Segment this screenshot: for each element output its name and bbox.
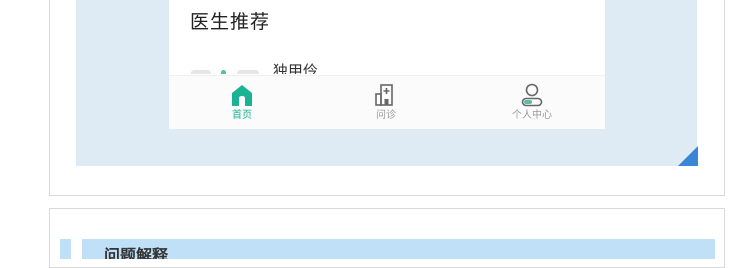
- tab-profile[interactable]: 个人中心: [492, 82, 572, 122]
- tab-home[interactable]: 首页: [202, 82, 282, 122]
- tab-consult[interactable]: 问诊: [346, 82, 426, 122]
- tab-home-label: 首页: [232, 110, 252, 121]
- hospital-icon: [375, 84, 393, 106]
- placeholder-dot: [221, 70, 226, 74]
- home-icon: [232, 85, 252, 106]
- next-example-card: [49, 208, 725, 268]
- section-bar-marker: [60, 239, 71, 259]
- bottom-tab-bar: 首页 问诊 个人中心: [169, 75, 605, 129]
- doctor-name-partial: 独甲伶: [273, 62, 319, 75]
- doctor-list-item-partial: 独甲伶: [169, 60, 605, 74]
- section-header-bar: 问题解释: [82, 239, 715, 259]
- section-title: 医生推荐: [190, 11, 271, 33]
- placeholder-bar: [237, 70, 259, 74]
- phone-screen-preview: 医生推荐 独甲伶 首页 问诊 个人中心: [169, 0, 605, 129]
- person-icon: [521, 83, 543, 107]
- tab-consult-label: 问诊: [376, 110, 396, 121]
- corner-marker-icon: [678, 146, 698, 166]
- tab-profile-label: 个人中心: [512, 110, 552, 121]
- placeholder-bar: [191, 70, 211, 74]
